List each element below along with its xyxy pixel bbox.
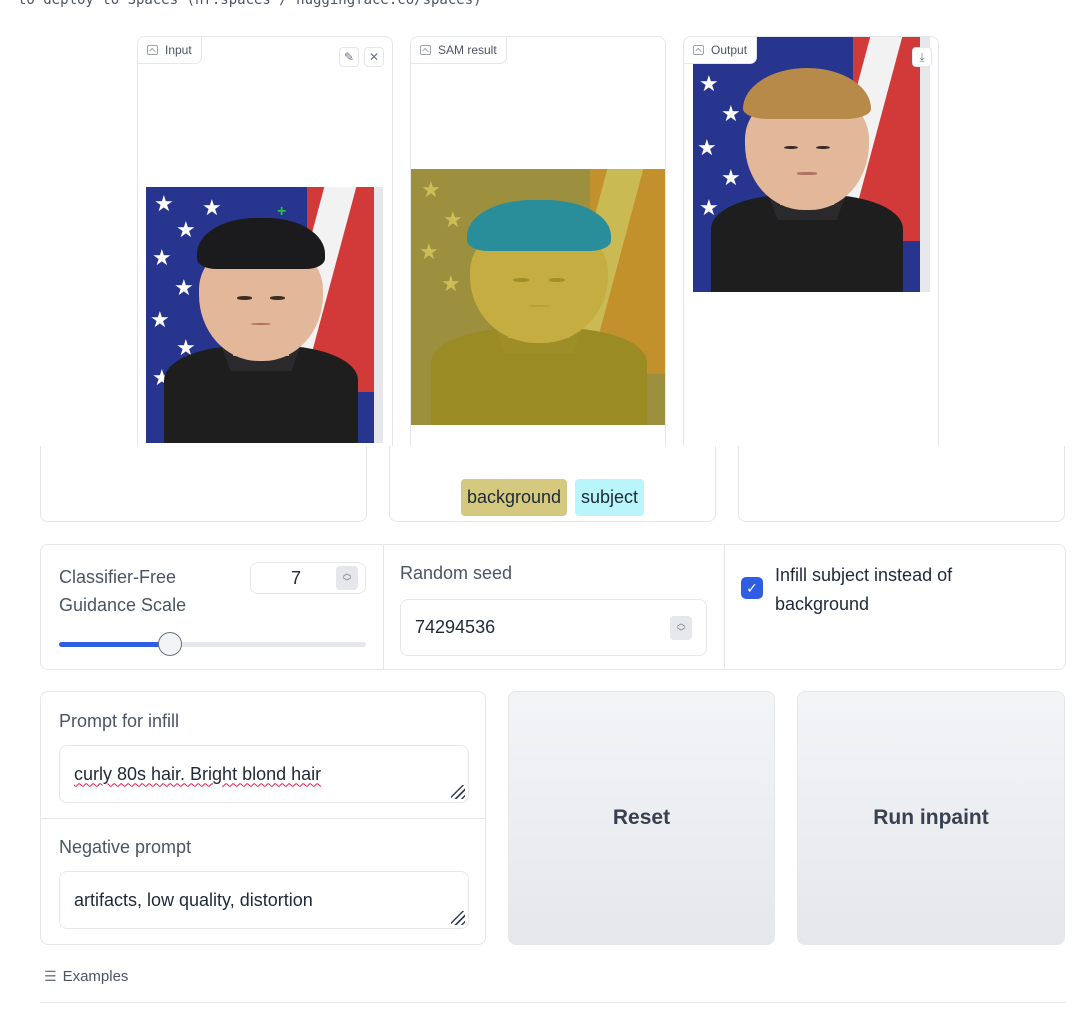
settings-row: Classifier-Free Guidance Scale 7 ︿ ﹀ Rand… (40, 544, 1066, 670)
reset-button[interactable]: Reset (508, 691, 775, 945)
negative-prompt-textarea[interactable]: artifacts, low quality, distortion (59, 871, 469, 929)
output-label-text: Output (711, 43, 748, 57)
random-seed-value: 74294536 (415, 617, 496, 637)
random-seed-input[interactable]: 74294536 ︿ ﹀ (400, 599, 707, 656)
image-icon (420, 45, 431, 55)
input-panel-label: Input (138, 37, 202, 64)
image-icon (693, 45, 704, 55)
segment-chip-subject[interactable]: subject (575, 479, 645, 516)
top-text-snippet: to deploy to Spaces (hf.spaces / hugging… (18, 0, 482, 8)
output-image-panel: Output ⤓ ★ ★ ★ ★ ★ (683, 36, 939, 456)
sam-label-text: SAM result (438, 43, 497, 57)
negative-prompt-label: Negative prompt (59, 837, 192, 857)
output-panel-label: Output (684, 37, 758, 64)
run-inpaint-button[interactable]: Run inpaint (797, 691, 1065, 945)
guidance-scale-label: Classifier-Free Guidance Scale (59, 567, 187, 615)
guidance-scale-slider[interactable] (59, 632, 366, 656)
sam-panel-label: SAM result (411, 37, 507, 64)
examples-label: Examples (62, 968, 129, 985)
seed-stepper-icon[interactable]: ︿ ﹀ (670, 616, 692, 640)
sam-result-panel: SAM result ★★ ★★ (410, 36, 666, 456)
input-image-panel[interactable]: Input ✎ ✕ ★ ★ ★ ★ ★ ★ ★ ★ + (137, 36, 393, 456)
random-seed-label: Random seed (400, 563, 513, 583)
infill-subject-label: Infill subject instead of background (775, 565, 953, 614)
prompts-panel: Prompt for infill curly 80s hair. Bright… (40, 691, 486, 945)
guidance-scale-number-input[interactable]: 7 ︿ ﹀ (250, 562, 366, 594)
output-photo: ★ ★ ★ ★ ★ (693, 37, 921, 292)
prompt-label: Prompt for infill (59, 711, 180, 731)
output-panel-footer (738, 446, 1065, 522)
selection-point-marker[interactable]: + (277, 204, 286, 220)
prompt-textarea[interactable]: curly 80s hair. Bright blond hair (59, 745, 469, 803)
negative-prompt-value: artifacts, low quality, distortion (74, 889, 313, 910)
prompt-value: curly 80s hair. Bright blond hair (74, 763, 322, 784)
download-icon[interactable]: ⤓ (912, 47, 932, 67)
list-icon: ☰ (44, 968, 57, 984)
examples-toggle[interactable]: ☰ Examples (44, 968, 128, 985)
guidance-slider-thumb[interactable] (157, 632, 182, 656)
guidance-stepper-icon[interactable]: ︿ ﹀ (336, 566, 358, 590)
segment-chip-background[interactable]: background (461, 479, 568, 516)
image-icon (147, 45, 158, 55)
edit-icon[interactable]: ✎ (339, 47, 359, 67)
resize-handle-icon[interactable] (451, 911, 465, 925)
input-panel-footer (40, 446, 367, 522)
input-photo[interactable]: ★ ★ ★ ★ ★ ★ ★ ★ + (146, 187, 376, 443)
resize-handle-icon[interactable] (451, 785, 465, 799)
guidance-slider-fill (59, 642, 170, 647)
input-label-text: Input (165, 43, 192, 57)
examples-divider (40, 1002, 1066, 1003)
guidance-scale-value: 7 (290, 567, 301, 588)
sam-mask-image: ★★ ★★ (411, 169, 665, 425)
infill-subject-checkbox[interactable]: ✓ (741, 577, 763, 599)
close-icon[interactable]: ✕ (364, 47, 384, 67)
